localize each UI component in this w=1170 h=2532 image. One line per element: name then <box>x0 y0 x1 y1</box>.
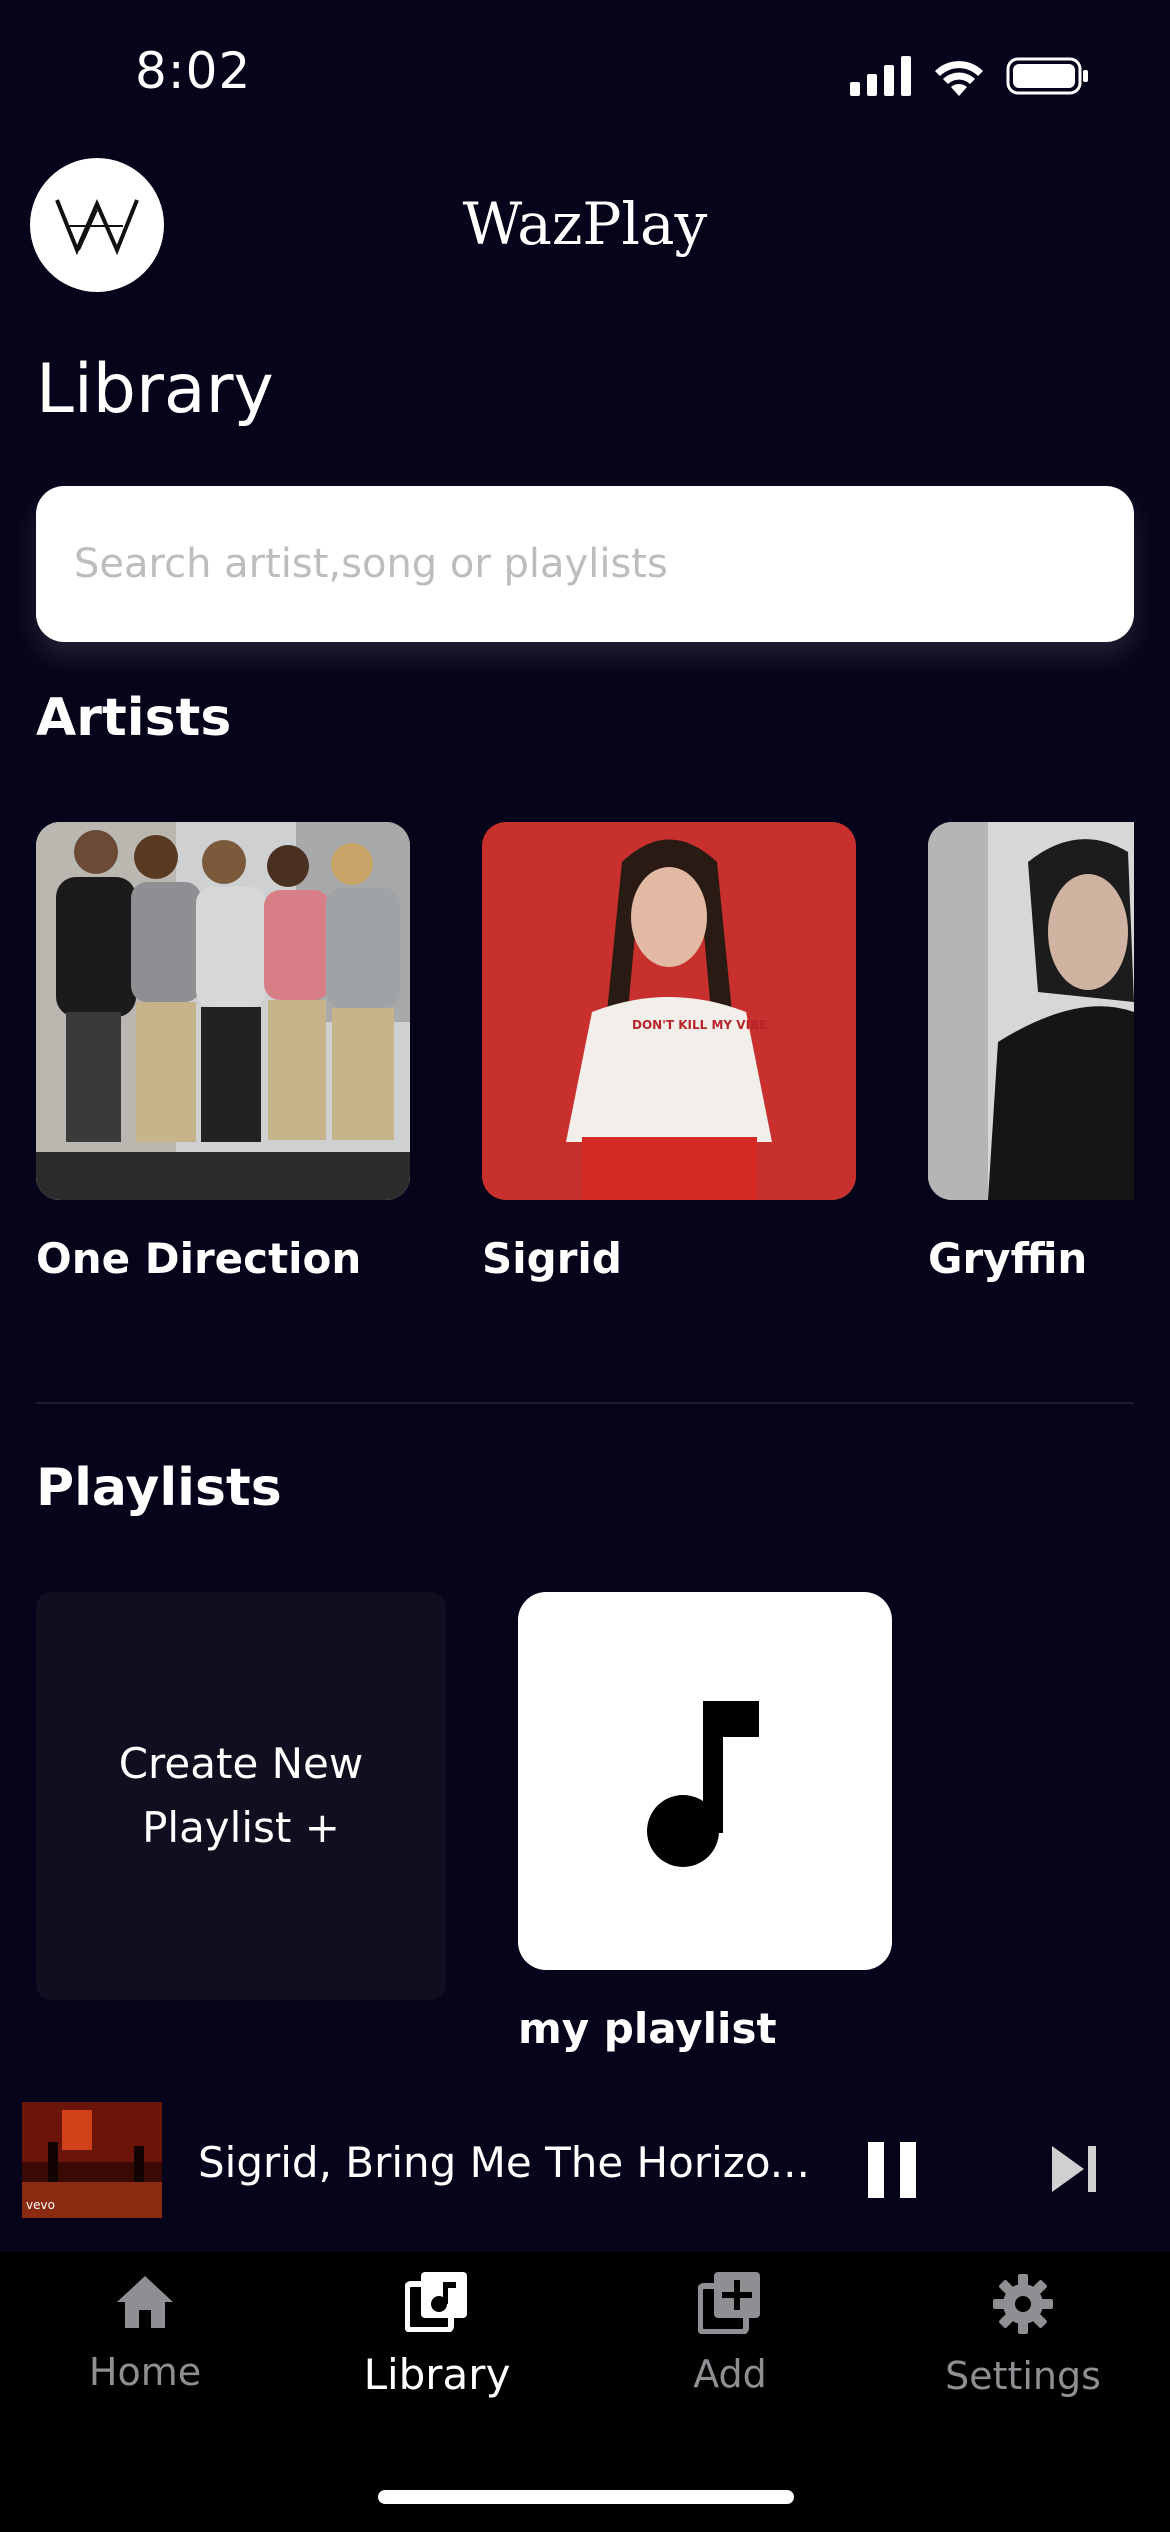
app-title: WazPlay <box>462 190 708 258</box>
home-icon <box>117 2276 173 2328</box>
nav-item-settings[interactable]: Settings <box>898 2272 1148 2398</box>
create-playlist-label-line2: Playlist + <box>142 1803 340 1852</box>
artist-name: Sigrid <box>482 1234 622 1283</box>
playlist-name: my playlist <box>518 2004 777 2053</box>
artist-image-gryffin <box>928 822 1134 1200</box>
nav-label-home: Home <box>88 2350 202 2394</box>
page-title: Library <box>36 350 274 429</box>
nav-item-library[interactable]: Library <box>312 2272 562 2399</box>
artist-name: Gryffin <box>928 1234 1088 1283</box>
music-note-icon <box>647 1701 759 1867</box>
status-time: 8:02 <box>135 42 252 100</box>
pause-icon <box>868 2142 916 2198</box>
battery-icon <box>1006 57 1088 95</box>
nav-item-add[interactable]: Add <box>605 2272 855 2396</box>
artist-image-sigrid: DON'T KILL MY VIBE <box>482 822 856 1200</box>
now-playing-thumbnail: vevo <box>22 2102 162 2218</box>
thumb-label: vevo <box>26 2198 55 2212</box>
nav-item-home[interactable]: Home <box>20 2272 270 2394</box>
artists-section-title: Artists <box>36 688 232 748</box>
status-icons <box>850 56 1090 96</box>
next-track-button[interactable] <box>1050 2144 1100 2198</box>
library-icon <box>404 2272 467 2333</box>
section-divider <box>36 1402 1134 1404</box>
shirt-text: DON'T KILL MY VIBE <box>632 1018 768 1032</box>
nav-label-add: Add <box>693 2352 767 2396</box>
skip-next-icon <box>1052 2146 1096 2192</box>
artist-card-one-direction[interactable]: One Direction <box>36 822 410 1283</box>
gear-icon <box>993 2274 1053 2334</box>
search-bar[interactable] <box>36 486 1134 642</box>
pause-button[interactable] <box>866 2140 918 2204</box>
artist-card-gryffin[interactable]: Gryffin <box>928 822 1134 1283</box>
search-input[interactable] <box>72 540 1134 588</box>
nav-label-settings: Settings <box>945 2354 1101 2398</box>
create-playlist-label-line1: Create New <box>118 1739 364 1788</box>
nav-label-library: Library <box>363 2350 511 2399</box>
add-icon <box>697 2272 760 2335</box>
create-playlist-button[interactable]: Create New Playlist + <box>36 1592 446 2000</box>
playlist-card-my-playlist[interactable] <box>518 1592 892 1970</box>
signal-icon <box>850 56 911 96</box>
playlists-section-title: Playlists <box>36 1458 282 1518</box>
wifi-icon <box>935 61 983 96</box>
artist-name: One Direction <box>36 1234 362 1283</box>
artist-image-one-direction <box>36 822 410 1200</box>
home-indicator[interactable] <box>378 2490 794 2504</box>
artist-card-sigrid[interactable]: DON'T KILL MY VIBE Sigrid <box>482 822 856 1283</box>
now-playing-title[interactable]: Sigrid, Bring Me The Horizo... <box>198 2138 810 2187</box>
